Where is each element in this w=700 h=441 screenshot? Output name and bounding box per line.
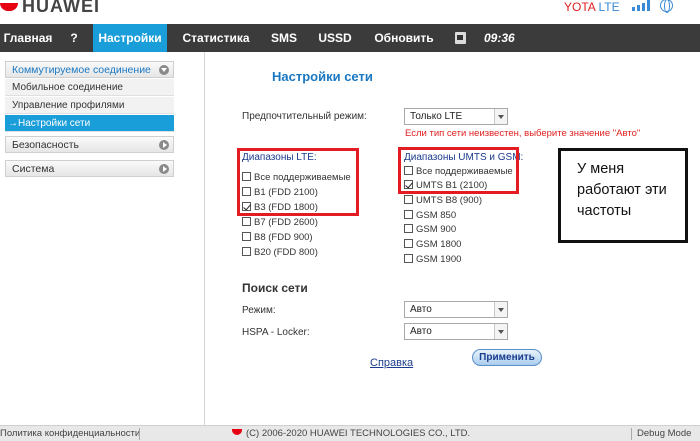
umts-band-option[interactable]: GSM 850 bbox=[404, 210, 456, 222]
copyright-label: (C) 2006-2020 HUAWEI TECHNOLOGIES CO., L… bbox=[246, 428, 471, 439]
huawei-logo: HUAWEI bbox=[0, 0, 100, 17]
chevron-right-icon bbox=[159, 140, 169, 150]
chevron-down-icon bbox=[494, 324, 507, 339]
help-link[interactable]: Справка bbox=[370, 357, 413, 369]
clock-time: 09:36 bbox=[484, 31, 515, 45]
router-web-ui: HUAWEI YOTA LTE Главная ? Настройки Стат… bbox=[0, 0, 700, 441]
network-type-warning: Если тип сети неизвестен, выберите значе… bbox=[405, 128, 641, 139]
lte-band-option[interactable]: B20 (FDD 800) bbox=[242, 247, 318, 259]
checkbox[interactable] bbox=[404, 195, 413, 204]
checkbox[interactable] bbox=[404, 254, 413, 263]
apply-button[interactable]: Применить bbox=[472, 349, 542, 366]
sidebar-item-profile-management[interactable]: Управление профилями bbox=[5, 97, 174, 114]
sidebar-group-dialup[interactable]: Коммутируемое соединение bbox=[5, 61, 174, 78]
footer-divider bbox=[631, 428, 632, 440]
annotation-note: У меня работают эти частоты bbox=[558, 148, 688, 243]
checkbox-label: GSM 1900 bbox=[416, 254, 462, 265]
nav-home[interactable]: Главная bbox=[0, 24, 56, 52]
checkbox-label: B8 (FDD 900) bbox=[254, 232, 313, 243]
checkbox[interactable] bbox=[404, 224, 413, 233]
hspa-locker-select[interactable]: Авто bbox=[404, 323, 508, 340]
search-mode-label: Режим: bbox=[242, 305, 276, 316]
checkbox-label: B7 (FDD 2600) bbox=[254, 217, 318, 228]
sidebar-item-network-settings[interactable]: →Настройки сети bbox=[5, 115, 174, 132]
network-type-label: LTE bbox=[598, 0, 620, 14]
top-nav-bar: Главная ? Настройки Статистика SMS USSD … bbox=[0, 24, 700, 52]
globe-icon bbox=[660, 0, 673, 13]
hspa-locker-label: HSPA - Locker: bbox=[242, 327, 310, 338]
nav-statistics[interactable]: Статистика bbox=[178, 24, 254, 52]
sidebar-group-label: Безопасность bbox=[12, 139, 79, 151]
sidebar-group-label: Система bbox=[12, 163, 55, 175]
chevron-down-icon bbox=[494, 302, 507, 317]
chevron-down-icon bbox=[494, 109, 507, 124]
lte-band-option[interactable]: B7 (FDD 2600) bbox=[242, 217, 318, 229]
checkbox-label: GSM 850 bbox=[416, 210, 457, 221]
checkbox[interactable] bbox=[242, 217, 251, 226]
nav-refresh[interactable]: Обновить bbox=[368, 24, 440, 52]
chevron-down-icon bbox=[159, 65, 169, 75]
signal-bars-icon bbox=[632, 0, 654, 11]
checkbox[interactable] bbox=[242, 232, 251, 241]
footer: Политика конфиденциальности (C) 2006-202… bbox=[0, 425, 700, 441]
checkbox-label: GSM 900 bbox=[416, 224, 457, 235]
checkbox-label: GSM 1800 bbox=[416, 239, 462, 250]
hspa-locker-value: Авто bbox=[410, 326, 432, 337]
footer-divider bbox=[139, 428, 140, 440]
sim-card-icon bbox=[455, 32, 466, 44]
network-search-title: Поиск сети bbox=[242, 281, 308, 295]
preferred-mode-label: Предпочтительный режим: bbox=[242, 111, 367, 122]
chevron-right-icon bbox=[159, 164, 169, 174]
sidebar-item-mobile-connection[interactable]: Мобильное соединение bbox=[5, 79, 174, 96]
sidebar-group-system[interactable]: Система bbox=[5, 160, 174, 177]
preferred-mode-select[interactable]: Только LTE bbox=[404, 108, 508, 125]
nav-help[interactable]: ? bbox=[60, 24, 88, 52]
brand-name: HUAWEI bbox=[22, 0, 100, 16]
page-title: Настройки сети bbox=[272, 69, 373, 84]
checkbox-label: B20 (FDD 800) bbox=[254, 247, 318, 258]
checkbox[interactable] bbox=[404, 210, 413, 219]
checkbox[interactable] bbox=[242, 247, 251, 256]
sidebar-divider bbox=[204, 52, 205, 425]
preferred-mode-value: Только LTE bbox=[410, 111, 463, 122]
nav-settings[interactable]: Настройки bbox=[93, 24, 167, 52]
operator-name: YOTA LTE bbox=[564, 0, 620, 14]
sidebar-group-label: Коммутируемое соединение bbox=[12, 64, 151, 76]
copyright-text: (C) 2006-2020 HUAWEI TECHNOLOGIES CO., L… bbox=[232, 426, 470, 441]
umts-band-option[interactable]: GSM 1900 bbox=[404, 254, 461, 266]
checkbox[interactable] bbox=[404, 239, 413, 248]
search-mode-value: Авто bbox=[410, 304, 432, 315]
sidebar-group-security[interactable]: Безопасность bbox=[5, 136, 174, 153]
lte-band-option[interactable]: B8 (FDD 900) bbox=[242, 232, 313, 244]
huawei-flower-icon bbox=[232, 429, 242, 435]
privacy-policy-link[interactable]: Политика конфиденциальности bbox=[0, 426, 140, 441]
huawei-flower-icon bbox=[0, 3, 18, 12]
debug-mode-link[interactable]: Debug Mode bbox=[637, 426, 691, 441]
umts-band-option[interactable]: GSM 1800 bbox=[404, 239, 461, 251]
checkbox-label: UMTS B8 (900) bbox=[416, 195, 482, 206]
nav-ussd[interactable]: USSD bbox=[313, 24, 357, 52]
search-mode-select[interactable]: Авто bbox=[404, 301, 508, 318]
nav-sms[interactable]: SMS bbox=[265, 24, 303, 52]
umts-band-option[interactable]: GSM 900 bbox=[404, 224, 456, 236]
umts-band-option[interactable]: UMTS B8 (900) bbox=[404, 195, 482, 207]
umts-highlight-box bbox=[398, 147, 519, 194]
operator-label: YOTA bbox=[564, 0, 596, 14]
lte-highlight-box bbox=[237, 148, 359, 216]
